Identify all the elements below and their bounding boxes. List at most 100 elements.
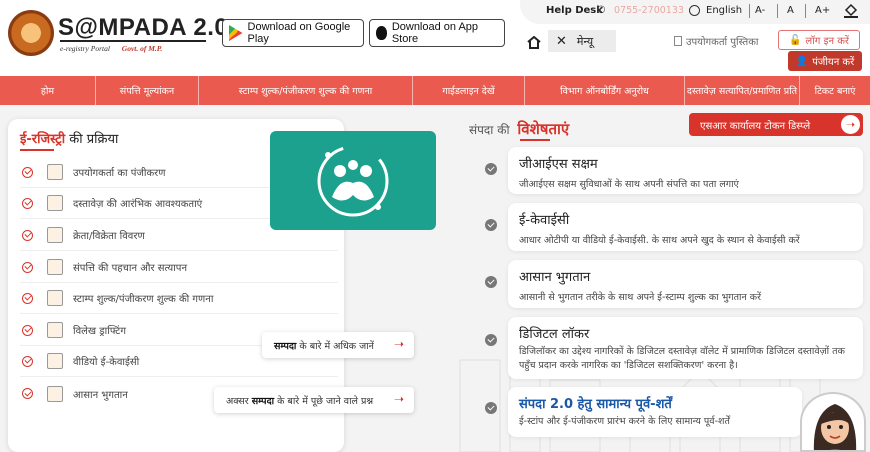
helpdesk-phone-number[interactable]: 0755-2700133: [614, 5, 684, 16]
login-label: लॉग इन करें: [805, 36, 850, 47]
document-requirements-icon: [47, 195, 63, 211]
check-circle-icon: [485, 276, 497, 288]
people-community-icon: [317, 145, 389, 217]
feature-card-preconditions[interactable]: संपदा 2.0 हेतु सामान्य पूर्व-शर्तें ई-स्…: [508, 387, 802, 437]
feature-desc: डिजिलॉकर का उद्देश्य नागरिकों के डिजिटल …: [519, 346, 845, 371]
faq-label: अक्सर सम्पदा के बारे में पूछे जाने वाले …: [226, 394, 373, 407]
check-circle-icon: [22, 292, 33, 304]
divider: [805, 4, 806, 18]
font-decrease-button[interactable]: A-: [755, 5, 765, 16]
check-circle-icon: [22, 324, 33, 336]
user-plus-icon: 👤: [795, 55, 809, 67]
arrow-right-icon: ➝: [841, 115, 860, 134]
about-suffix: के बारे में अधिक जानें: [296, 340, 374, 352]
arrow-right-icon: ➝: [393, 337, 404, 351]
feature-title: जीआईएस सक्षम: [519, 157, 598, 172]
feature-desc: आसानी से भुगतान तरीके के साथ अपने ई-स्टा…: [519, 292, 761, 303]
feature-title: डिजिटल लॉकर: [519, 327, 590, 342]
app-store-button[interactable]: Download on App Store: [369, 19, 505, 47]
register-label: पंजीयन करें: [812, 57, 855, 68]
step-label: आसान भुगतान: [73, 389, 128, 401]
feature-title: संपदा 2.0 हेतु सामान्य पूर्व-शर्तें: [519, 397, 672, 412]
check-circle-icon: [485, 163, 497, 175]
features-heading: संपदा की विशेषताएं: [469, 119, 569, 139]
logo-divider: [60, 40, 206, 42]
nav-item-home[interactable]: होम: [0, 76, 96, 105]
feature-desc: ई-स्टांप और ई-पंजीकरण प्रारंभ करने के लि…: [519, 416, 730, 427]
nav-item-valuation[interactable]: संपत्ति मूल्यांकन: [96, 76, 199, 105]
google-play-icon: [229, 25, 243, 41]
process-title-highlight: ई-रजिस्ट्री: [20, 132, 66, 147]
deed-drafting-icon: [47, 322, 63, 338]
check-circle-icon: [485, 402, 497, 414]
process-video-tile[interactable]: [270, 131, 436, 230]
about-sampada-button[interactable]: सम्पदा के बारे में अधिक जानें ➝: [262, 332, 414, 358]
sampada-logo-title[interactable]: S@MPADA 2.0: [58, 14, 228, 42]
nav-item-ticket[interactable]: टिकट बनाएं: [800, 76, 870, 105]
step-label: क्रेता/विक्रेता विवरण: [73, 231, 145, 242]
mp-emblem-logo[interactable]: [8, 10, 54, 56]
assistant-face-icon: [813, 404, 857, 450]
google-play-button[interactable]: Download on Google Play: [222, 19, 364, 47]
faq-prefix: अक्सर: [226, 395, 252, 407]
faq-button[interactable]: अक्सर सम्पदा के बारे में पूछे जाने वाले …: [214, 387, 414, 413]
title-underline: [20, 149, 54, 151]
check-circle-icon: [22, 229, 33, 241]
check-circle-icon: [22, 166, 33, 178]
check-circle-icon: [22, 388, 33, 399]
buyer-seller-icon: [47, 227, 63, 243]
nav-item-onboarding[interactable]: विभाग ऑनबोर्डिंग अनुरोध: [525, 76, 685, 105]
feature-card-gis[interactable]: जीआईएस सक्षम जीआईएस सक्षम सुविधाओं के सा…: [508, 147, 863, 194]
process-title-text: की प्रक्रिया: [69, 132, 119, 147]
stamp-duty-calculator-icon: [47, 290, 63, 306]
feature-card-ekyc[interactable]: ई-केवाईसी आधार ओटीपी या वीडियो ई-केवाईसी…: [508, 203, 863, 251]
sr-token-display-button[interactable]: एसआर कार्यालय टोकन डिस्प्ले ➝: [689, 113, 863, 136]
check-circle-icon: [485, 334, 497, 346]
chat-assistant-avatar[interactable]: [800, 392, 866, 452]
faq-suffix: के बारे में पूछे जाने वाले प्रश्न: [274, 395, 374, 407]
check-circle-icon: [22, 261, 33, 273]
check-circle-icon: [22, 197, 33, 209]
logo-subtitle: e-registry Portal Govt. of M.P.: [60, 44, 162, 53]
process-step[interactable]: संपत्ति की पहचान और सत्यापन: [20, 252, 338, 283]
feature-card-payment[interactable]: आसान भुगतान आसानी से भुगतान तरीके के साथ…: [508, 260, 863, 308]
home-button[interactable]: [521, 30, 547, 54]
features-head-prefix: संपदा की: [469, 123, 510, 137]
step-label: दस्तावेज़ की आरंभिक आवश्यकताएं: [73, 199, 203, 210]
menu-label: मेन्यू: [576, 34, 594, 48]
step-label: संपत्ति की पहचान और सत्यापन: [73, 263, 188, 274]
check-circle-icon: [22, 355, 33, 367]
user-manual-link[interactable]: उपयोगकर्ता पुस्तिका: [674, 34, 758, 48]
menu-button[interactable]: ✕ मेन्यू: [548, 30, 616, 52]
logo-portal-text: e-registry Portal: [60, 44, 110, 53]
video-kyc-icon: [47, 353, 63, 369]
site-header: S@MPADA 2.0 e-registry Portal Govt. of M…: [0, 0, 870, 76]
nav-item-certified-copy[interactable]: दस्तावेज़ सत्यापित/प्रमाणित प्रति: [685, 76, 800, 105]
step-label: विलेख ड्राफ्टिंग: [73, 326, 126, 337]
divider: [749, 4, 750, 18]
font-normal-button[interactable]: A: [787, 5, 794, 16]
step-label: वीडियो ई-केवाईसी: [73, 357, 140, 368]
feature-card-digilocker[interactable]: डिजिटल लॉकर डिजिलॉकर का उद्देश्य नागरिको…: [508, 317, 863, 379]
app-store-label: Download on App Store: [391, 21, 479, 45]
nav-item-guideline[interactable]: गाईडलाइन देखें: [413, 76, 525, 105]
lock-icon: 🔓: [788, 34, 802, 46]
features-underline: [520, 139, 550, 141]
login-button[interactable]: 🔓 लॉग इन करें: [778, 30, 860, 50]
nav-item-stamp-duty[interactable]: स्टाम्प शुल्क/पंजीकरण शुल्क की गणना: [199, 76, 413, 105]
register-button[interactable]: 👤 पंजीयन करें: [788, 51, 862, 71]
arrow-right-icon: ➝: [393, 392, 404, 406]
close-icon: ✕: [556, 33, 567, 49]
process-step[interactable]: स्टाम्प शुल्क/पंजीकरण शुल्क की गणना: [20, 283, 338, 314]
apple-icon: [376, 26, 387, 40]
logo-gov-text: Govt. of M.P.: [121, 44, 163, 53]
easy-payment-icon: [47, 385, 63, 402]
step-label: स्टाम्प शुल्क/पंजीकरण शुल्क की गणना: [73, 294, 214, 305]
google-play-label: Download on Google Play: [247, 21, 351, 45]
about-bold: सम्पदा: [274, 340, 297, 352]
font-increase-button[interactable]: A+: [815, 5, 830, 16]
token-label: एसआर कार्यालय टोकन डिस्प्ले: [700, 120, 811, 132]
language-toggle[interactable]: English: [706, 5, 742, 16]
paint-bucket-icon[interactable]: [843, 3, 859, 19]
user-registration-icon: [47, 164, 63, 180]
